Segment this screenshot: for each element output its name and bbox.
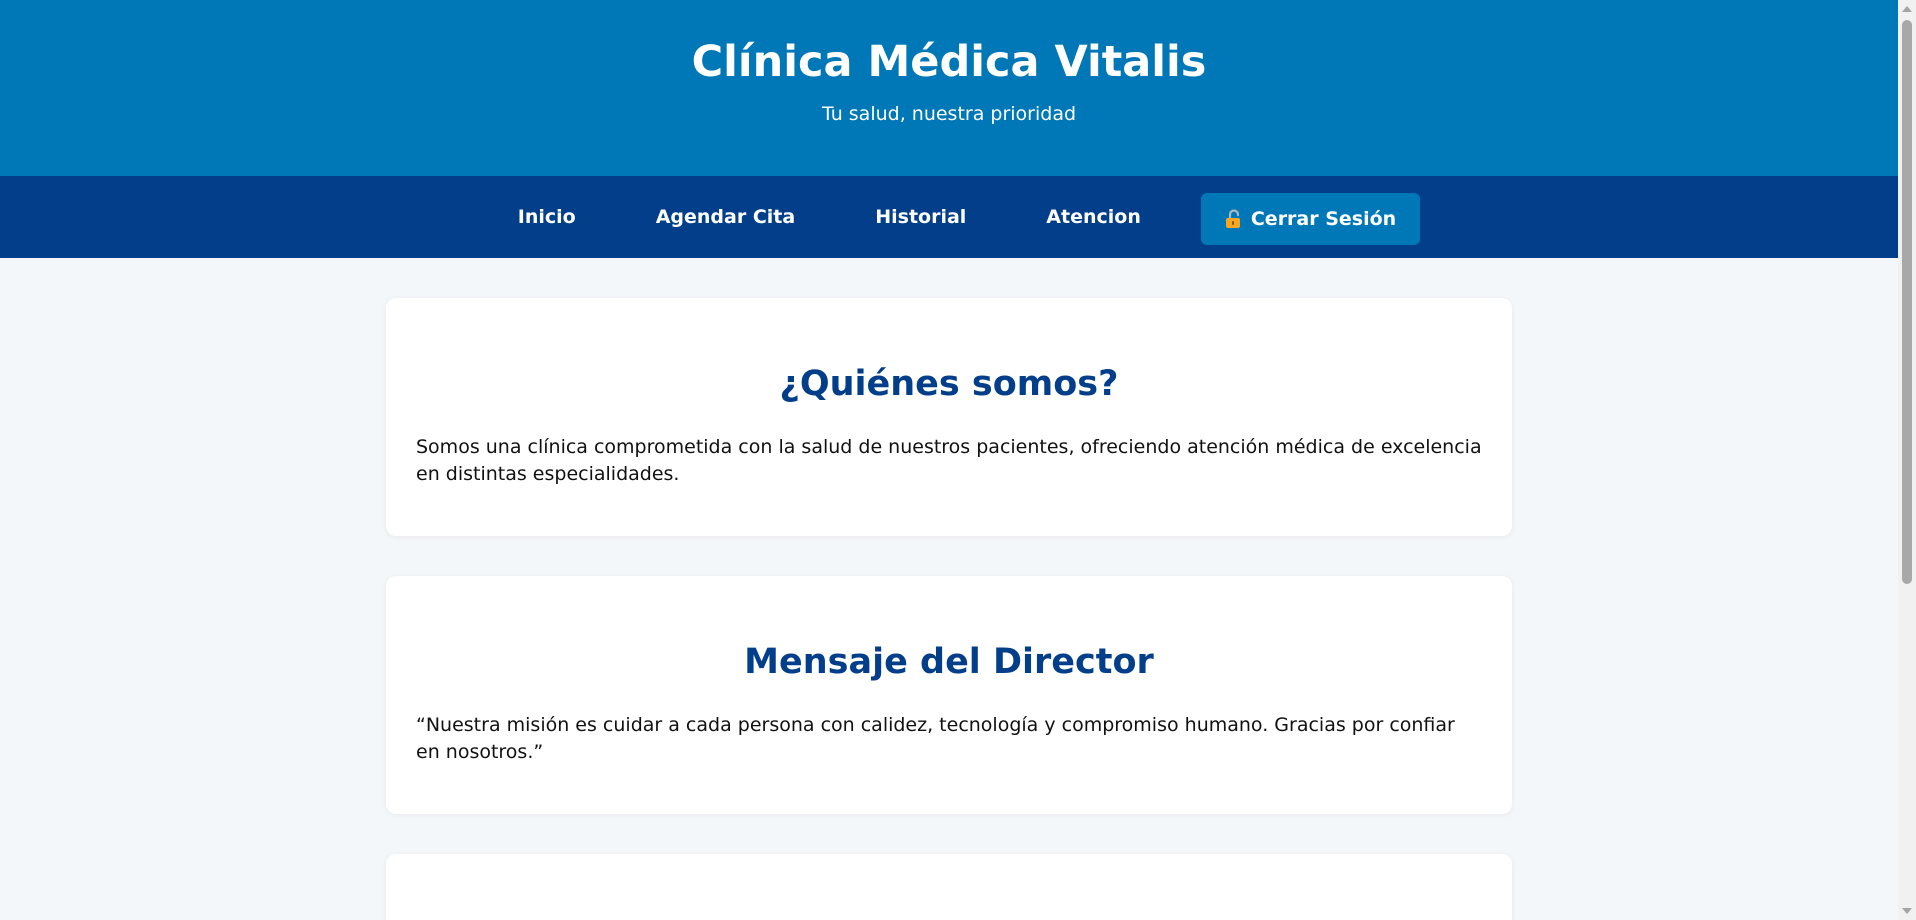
main-nav: Inicio Agendar Cita Historial Atencion C… bbox=[0, 176, 1898, 258]
site-title: Clínica Médica Vitalis bbox=[691, 37, 1207, 87]
unlocked-padlock-icon bbox=[1225, 209, 1243, 229]
scroll-down-icon[interactable] bbox=[1902, 908, 1912, 914]
director-message-text: “Nuestra misión es cuidar a cada persona… bbox=[416, 714, 1455, 763]
director-message-card: Mensaje del Director “Nuestra misión es … bbox=[386, 576, 1512, 814]
site-header: Clínica Médica Vitalis Tu salud, nuestra… bbox=[0, 0, 1898, 176]
nav-link-historial[interactable]: Historial bbox=[875, 205, 966, 229]
vertical-scrollbar[interactable] bbox=[1898, 0, 1916, 920]
site-tagline: Tu salud, nuestra prioridad bbox=[821, 103, 1077, 125]
nav-link-agendar-cita[interactable]: Agendar Cita bbox=[656, 205, 796, 229]
logout-button[interactable]: Cerrar Sesión bbox=[1200, 193, 1421, 245]
about-text: Somos una clínica comprometida con la sa… bbox=[416, 436, 1482, 485]
scroll-up-icon[interactable] bbox=[1902, 6, 1912, 12]
logout-label: Cerrar Sesión bbox=[1250, 208, 1397, 230]
nav-link-inicio[interactable]: Inicio bbox=[518, 205, 576, 229]
about-heading: ¿Quiénes somos? bbox=[779, 364, 1119, 404]
main-content: ¿Quiénes somos? Somos una clínica compro… bbox=[386, 298, 1512, 920]
about-card: ¿Quiénes somos? Somos una clínica compro… bbox=[386, 298, 1512, 536]
nav-link-atencion[interactable]: Atencion bbox=[1046, 205, 1141, 229]
next-card bbox=[386, 854, 1512, 920]
scrollbar-thumb[interactable] bbox=[1902, 20, 1912, 584]
page-viewport: Clínica Médica Vitalis Tu salud, nuestra… bbox=[0, 0, 1898, 920]
director-message-heading: Mensaje del Director bbox=[744, 642, 1154, 682]
